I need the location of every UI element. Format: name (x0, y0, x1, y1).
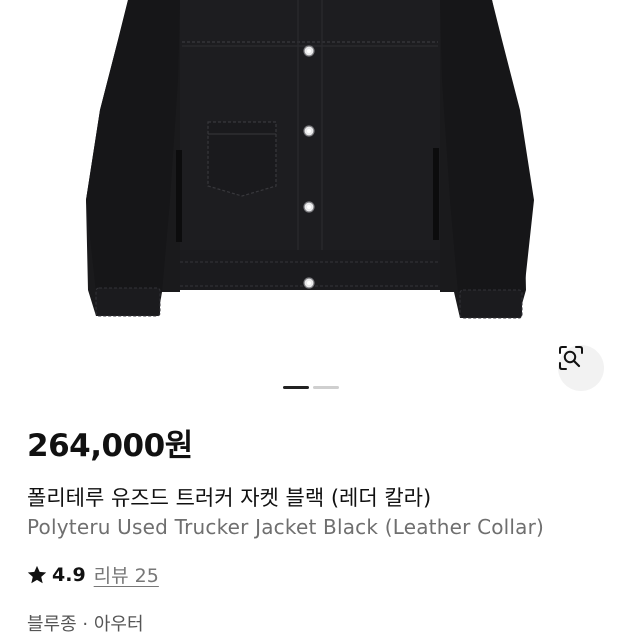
star-icon (27, 565, 47, 583)
carousel-indicator (283, 386, 339, 389)
product-name-english: Polyteru Used Trucker Jacket Black (Leat… (27, 515, 545, 539)
product-category[interactable]: 블루종 · 아우터 (27, 610, 144, 636)
product-image[interactable] (0, 0, 620, 400)
visual-search-icon (559, 346, 583, 370)
product-name-korean: 폴리테루 유즈드 트러커 자켓 블랙 (레더 칼라) (27, 486, 432, 510)
visual-search-button[interactable] (558, 345, 604, 391)
jacket-photo (86, 0, 534, 319)
product-rating: 4.9 리뷰 25 (26, 561, 159, 588)
rating-score: 4.9 (52, 563, 86, 586)
carousel-dot-active[interactable] (283, 386, 309, 389)
product-price: 264,000원 (27, 428, 193, 464)
carousel-dot[interactable] (313, 386, 339, 389)
reviews-link[interactable]: 리뷰 25 (94, 561, 159, 588)
